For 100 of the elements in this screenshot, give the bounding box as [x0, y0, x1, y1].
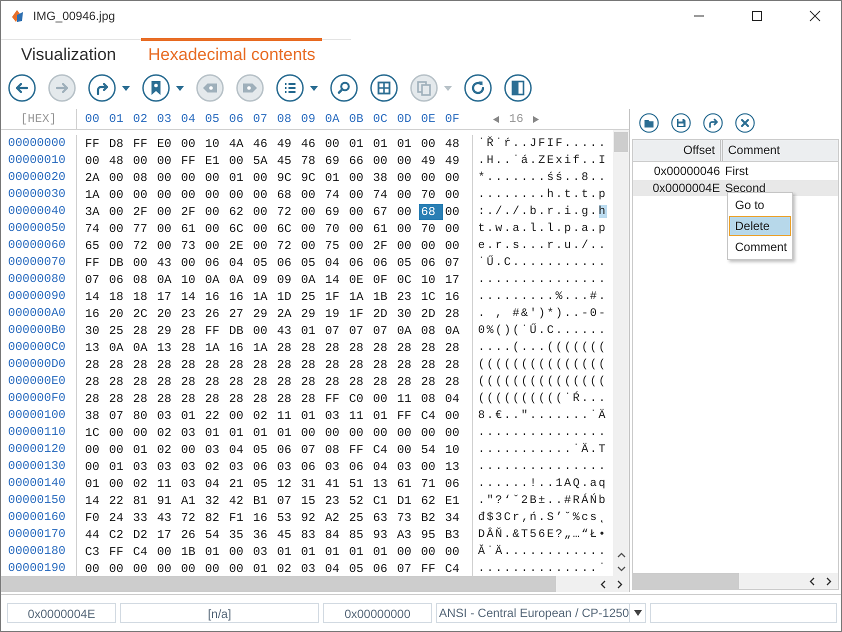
hex-byte[interactable]: 00	[419, 458, 443, 474]
hex-byte[interactable]: 61	[179, 220, 203, 236]
hex-byte[interactable]: 72	[179, 510, 203, 526]
hex-byte[interactable]: 08	[419, 322, 443, 338]
hex-byte[interactable]: 0A	[227, 272, 251, 288]
hex-byte[interactable]: 00	[179, 170, 203, 186]
hex-byte[interactable]: DB	[107, 254, 131, 270]
hex-byte[interactable]: 25	[107, 322, 131, 338]
hex-byte[interactable]: 01	[275, 424, 299, 440]
hex-byte[interactable]: 14	[83, 288, 107, 304]
hex-byte[interactable]: FF	[107, 544, 131, 560]
hex-byte[interactable]: 28	[155, 390, 179, 406]
hex-byte[interactable]: 28	[299, 340, 323, 356]
hex-byte[interactable]: 00	[299, 204, 323, 220]
hex-byte[interactable]: 73	[395, 510, 419, 526]
hex-byte[interactable]: 10	[203, 136, 227, 152]
hex-byte[interactable]: 08	[419, 390, 443, 406]
hex-byte[interactable]: 00	[107, 476, 131, 492]
hex-byte[interactable]: 00	[83, 560, 107, 576]
hex-byte[interactable]: 00	[155, 204, 179, 220]
hex-byte[interactable]: 16	[227, 288, 251, 304]
hex-byte[interactable]: 11	[347, 408, 371, 424]
hex-byte[interactable]: E1	[203, 152, 227, 168]
hex-byte[interactable]: 70	[419, 220, 443, 236]
hex-byte[interactable]: 00	[443, 238, 467, 254]
hex-byte[interactable]: 06	[203, 254, 227, 270]
hex-byte[interactable]: 28	[299, 374, 323, 390]
hex-byte[interactable]: 06	[347, 254, 371, 270]
hex-byte[interactable]: 03	[155, 408, 179, 424]
hex-byte[interactable]: 00	[371, 152, 395, 168]
hex-byte[interactable]: 28	[227, 374, 251, 390]
hex-byte[interactable]: 1A	[83, 186, 107, 202]
hex-byte[interactable]: 75	[323, 238, 347, 254]
hex-byte[interactable]: 28	[155, 356, 179, 372]
hex-byte[interactable]: 24	[107, 510, 131, 526]
hex-byte[interactable]: 28	[179, 356, 203, 372]
hex-byte[interactable]: 07	[275, 492, 299, 508]
hex-byte[interactable]: 01	[251, 424, 275, 440]
hex-byte[interactable]: 0A	[131, 340, 155, 356]
hex-byte[interactable]: 22	[203, 408, 227, 424]
hex-byte[interactable]: 06	[107, 272, 131, 288]
hex-byte[interactable]: 00	[155, 186, 179, 202]
hex-byte[interactable]: 31	[299, 476, 323, 492]
hex-byte[interactable]: 13	[83, 340, 107, 356]
hex-byte[interactable]: 01	[203, 544, 227, 560]
hex-byte[interactable]: 49	[275, 136, 299, 152]
hex-byte[interactable]: 28	[203, 374, 227, 390]
hex-byte[interactable]: 28	[275, 340, 299, 356]
hex-byte[interactable]: 82	[203, 510, 227, 526]
hex-byte[interactable]: 65	[83, 238, 107, 254]
hex-byte[interactable]: 1D	[275, 288, 299, 304]
hex-byte[interactable]: 17	[155, 288, 179, 304]
hex-byte[interactable]: 0E	[347, 272, 371, 288]
hex-byte[interactable]: 43	[275, 322, 299, 338]
hex-byte[interactable]: 00	[395, 152, 419, 168]
hex-byte[interactable]: 00	[131, 152, 155, 168]
hex-byte[interactable]: FF	[347, 442, 371, 458]
hex-byte[interactable]: 00	[203, 204, 227, 220]
hex-byte[interactable]: 00	[347, 204, 371, 220]
hex-byte[interactable]: E0	[155, 136, 179, 152]
hex-byte[interactable]: 00	[203, 220, 227, 236]
hex-byte[interactable]: 81	[131, 492, 155, 508]
hex-byte[interactable]: C4	[443, 560, 467, 576]
hex-byte[interactable]: 02	[251, 408, 275, 424]
hex-byte[interactable]: B3	[443, 526, 467, 542]
hex-byte[interactable]: 00	[443, 544, 467, 560]
hex-byte[interactable]: 00	[419, 238, 443, 254]
hex-byte[interactable]: 03	[227, 458, 251, 474]
hex-byte[interactable]: 29	[299, 306, 323, 322]
hex-byte[interactable]: 22	[107, 492, 131, 508]
hex-byte[interactable]: 28	[323, 356, 347, 372]
hex-byte[interactable]: 01	[251, 560, 275, 576]
bookmark-row[interactable]: 0x00000046 First	[633, 163, 838, 179]
hex-byte[interactable]: 00	[419, 170, 443, 186]
hex-byte[interactable]: 01	[323, 544, 347, 560]
hex-byte[interactable]: 03	[131, 458, 155, 474]
hex-byte[interactable]: 10	[419, 272, 443, 288]
hex-byte[interactable]: 00	[395, 442, 419, 458]
hex-byte[interactable]: 01	[83, 476, 107, 492]
hex-byte[interactable]: 03	[203, 442, 227, 458]
hex-byte[interactable]: 71	[419, 476, 443, 492]
hex-byte[interactable]: 28	[347, 340, 371, 356]
hex-byte[interactable]: 08	[131, 170, 155, 186]
hex-byte[interactable]: 23	[395, 288, 419, 304]
hex-byte[interactable]: 01	[371, 544, 395, 560]
hex-byte[interactable]: 48	[443, 136, 467, 152]
hex-byte[interactable]: 2F	[131, 204, 155, 220]
hex-byte[interactable]: 00	[347, 424, 371, 440]
menu-item[interactable]: Go to	[729, 195, 791, 215]
hex-byte[interactable]: 05	[251, 442, 275, 458]
hex-byte[interactable]: 20	[107, 306, 131, 322]
hex-byte[interactable]: 00	[299, 220, 323, 236]
hex-byte[interactable]: 1A	[251, 288, 275, 304]
hex-byte[interactable]: 93	[371, 526, 395, 542]
hex-byte[interactable]: 07	[323, 322, 347, 338]
hex-byte[interactable]: 28	[275, 390, 299, 406]
hex-byte[interactable]: 80	[131, 408, 155, 424]
hex-byte[interactable]: 45	[275, 526, 299, 542]
hex-byte[interactable]: 00	[347, 238, 371, 254]
hex-byte[interactable]: 2E	[227, 238, 251, 254]
